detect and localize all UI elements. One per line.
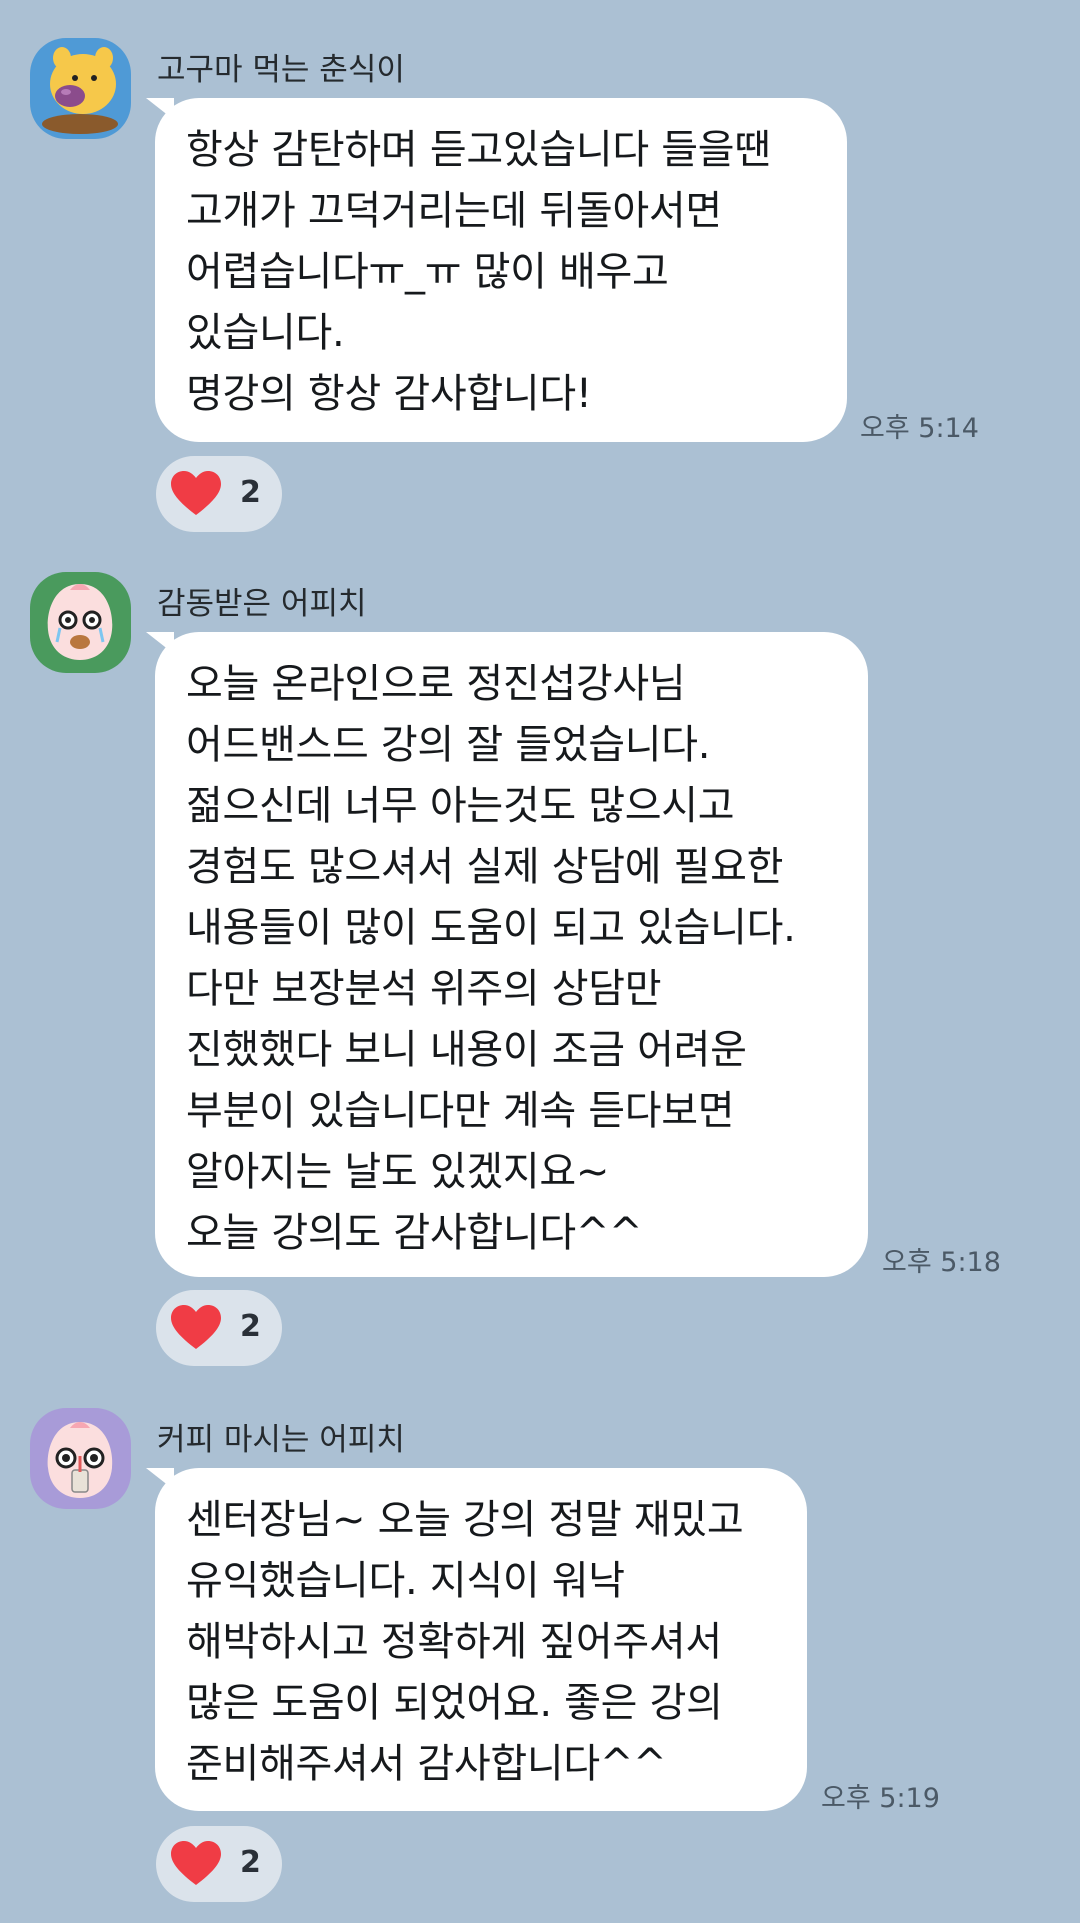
reaction-pill[interactable]: 2	[156, 1826, 282, 1902]
message-line: 알아지는 날도 있겠지요~	[186, 1149, 610, 1195]
message-bubble[interactable]: 오늘 온라인으로 정진섭강사님 어드밴스드 강의 잘 들었습니다. 젊으신데 너…	[155, 632, 868, 1277]
message-line: 부분이 있습니다만 계속 듣다보면	[186, 1088, 735, 1134]
message-line: 어드밴스드 강의 잘 들었습니다.	[186, 722, 711, 768]
sender-name: 감동받은 어피치	[157, 586, 367, 622]
message-line: 명강의 항상 감사합니다!	[186, 371, 592, 417]
message-line: 어렵습니다ㅠ_ㅠ 많이 배우고	[186, 249, 669, 295]
reaction-pill[interactable]: 2	[156, 1290, 282, 1366]
reaction-count: 2	[240, 1309, 261, 1344]
reaction-pill[interactable]: 2	[156, 456, 282, 532]
message-line: 오늘 강의도 감사합니다^^	[186, 1210, 643, 1256]
apeach-touched-avatar-icon[interactable]	[30, 572, 131, 673]
message-line: 경험도 많으셔서 실제 상담에 필요한	[186, 844, 784, 890]
message-time: 오후 5:14	[860, 413, 979, 444]
message-bubble[interactable]: 센터장님~ 오늘 강의 정말 재밌고 유익했습니다. 지식이 워낙 해박하시고 …	[155, 1468, 807, 1811]
message-bubble[interactable]: 항상 감탄하며 듣고있습니다 들을땐 고개가 끄덕거리는데 뒤돌아서면 어렵습니…	[155, 98, 847, 442]
message-time: 오후 5:19	[821, 1783, 940, 1814]
apeach-coffee-avatar-icon[interactable]	[30, 1408, 131, 1509]
message-line: 항상 감탄하며 듣고있습니다 들을땐	[186, 127, 771, 173]
message-time: 오후 5:18	[882, 1247, 1001, 1278]
message-line: 준비해주셔서 감사합니다^^	[186, 1741, 667, 1787]
message-line: 많은 도움이 되었어요. 좋은 강의	[186, 1680, 723, 1726]
reaction-count: 2	[240, 1845, 261, 1880]
sender-name: 고구마 먹는 춘식이	[157, 52, 405, 88]
heart-icon	[171, 1841, 221, 1885]
heart-icon	[171, 1305, 221, 1349]
message-line: 내용들이 많이 도움이 되고 있습니다.	[186, 905, 796, 951]
chunsik-sweet-potato-avatar-icon[interactable]	[30, 38, 131, 139]
message-line: 해박하시고 정확하게 짚어주셔서	[186, 1619, 722, 1665]
message-line: 젊으신데 너무 아는것도 많으시고	[186, 783, 735, 829]
message-line: 다만 보장분석 위주의 상담만	[186, 966, 662, 1012]
heart-icon	[171, 471, 221, 515]
message-line: 있습니다.	[186, 310, 345, 356]
sender-name: 커피 마시는 어피치	[157, 1422, 405, 1458]
reaction-count: 2	[240, 475, 261, 510]
message-line: 고개가 끄덕거리는데 뒤돌아서면	[186, 188, 722, 234]
message-line: 오늘 온라인으로 정진섭강사님	[186, 661, 686, 707]
message-line: 유익했습니다. 지식이 워낙	[186, 1558, 625, 1604]
message-line: 진했했다 보니 내용이 조금 어려운	[186, 1027, 747, 1073]
message-line: 센터장님~ 오늘 강의 정말 재밌고	[186, 1497, 744, 1543]
